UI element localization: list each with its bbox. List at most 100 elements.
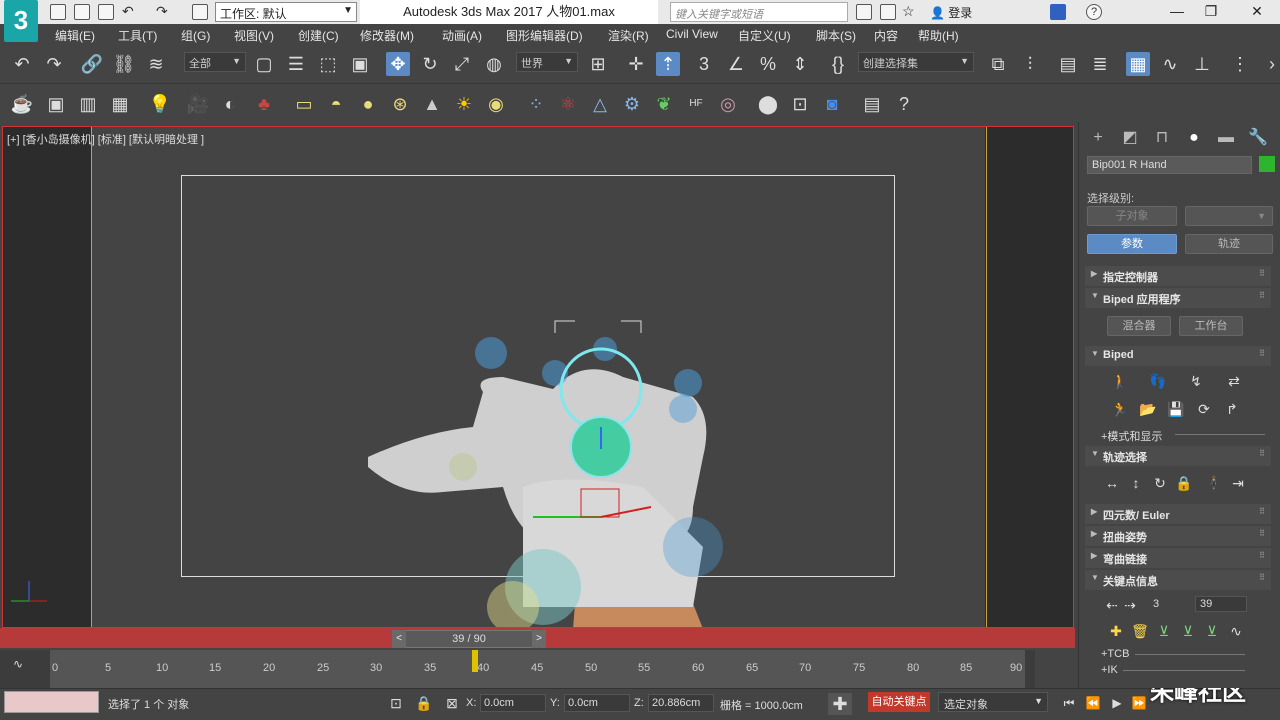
edit-named-selection-icon[interactable]: {} [826, 52, 850, 76]
menu-customize[interactable]: 自定义(U) [738, 27, 791, 44]
undo-icon[interactable]: ↶ [122, 4, 138, 20]
rollout-key-info[interactable]: ▼ 关键点信息 ⠿ [1085, 570, 1271, 590]
set-sliding-key-icon[interactable]: ⊻ [1179, 622, 1197, 640]
help-icon[interactable]: ? [892, 92, 916, 116]
menu-create[interactable]: 创建(C) [298, 27, 339, 44]
mirror-icon[interactable]: ⧉ [986, 52, 1010, 76]
key-filter-dropdown[interactable]: 选定对象 ▼ [938, 692, 1048, 712]
menu-edit[interactable]: 编辑(E) [55, 27, 95, 44]
select-rotate-icon[interactable]: ↻ [418, 52, 442, 76]
window-crossing-icon[interactable]: ▣ [348, 52, 372, 76]
time-slider[interactable]: 39 / 90 [392, 630, 546, 648]
chevron-right-icon[interactable]: › [1260, 52, 1280, 76]
communication-center-icon[interactable] [880, 4, 896, 20]
mini-curve-editor-icon[interactable]: ∿ [8, 654, 28, 674]
previous-frame-icon[interactable]: ⏪ [1084, 693, 1102, 713]
mixer-button[interactable]: 混合器 [1107, 316, 1171, 336]
hemisphere-icon[interactable]: ◓ [324, 92, 348, 116]
parameters-button[interactable]: 参数 [1087, 234, 1177, 254]
bind-space-warp-icon[interactable]: ≋ [144, 52, 168, 76]
current-frame-marker[interactable] [472, 650, 478, 672]
biped-icon[interactable]: ♣ [252, 92, 276, 116]
body-horizontal-icon[interactable]: ↔ [1103, 474, 1121, 492]
object-color-swatch[interactable] [1259, 156, 1275, 172]
opposite-icon[interactable]: ⇥ [1229, 474, 1247, 492]
menu-modifiers[interactable]: 修改器(M) [360, 27, 414, 44]
lock-icon[interactable]: 🔒 [414, 693, 434, 713]
workspace-dropdown[interactable]: 工作区: 默认 ▼ [215, 2, 357, 22]
menu-civil-view[interactable]: Civil View [666, 27, 718, 41]
ik-toggle[interactable]: +IK [1101, 664, 1118, 676]
foliage-icon[interactable]: ❦ [652, 92, 676, 116]
render-frame-icon[interactable]: ▣ [44, 92, 68, 116]
plane-icon[interactable]: ▭ [292, 92, 316, 116]
cone-icon[interactable]: ▲ [420, 92, 444, 116]
exchange-icon[interactable] [1050, 4, 1066, 20]
undo-icon[interactable]: ↶ [10, 52, 34, 76]
menu-group[interactable]: 组(G) [181, 27, 210, 44]
set-planted-key-icon[interactable]: ⊻ [1155, 622, 1173, 640]
z-coordinate-field[interactable]: 20.886cm [648, 694, 714, 712]
rollout-bend-links[interactable]: ▶ 弯曲链接 ⠿ [1085, 548, 1271, 568]
biped-playback-icon[interactable]: 🏃 [1111, 400, 1129, 418]
x-coordinate-field[interactable]: 0.0cm [480, 694, 546, 712]
geosphere-icon[interactable]: ⊛ [388, 92, 412, 116]
material-sphere-icon[interactable]: ⬤ [756, 92, 780, 116]
hair-fur-icon[interactable]: HF [684, 92, 708, 116]
sphere-icon[interactable]: ● [356, 92, 380, 116]
modify-tab-icon[interactable]: ◩ [1119, 128, 1141, 148]
selection-filter-dropdown[interactable]: 全部 ▼ [184, 52, 246, 72]
scene-explorer-icon[interactable]: ▤ [1056, 52, 1080, 76]
previous-key-icon[interactable]: ⇠ [1103, 596, 1121, 614]
key-frame-spinner[interactable]: 39 [1195, 596, 1247, 612]
play-icon[interactable]: ▶ [1108, 693, 1126, 713]
menu-views[interactable]: 视图(V) [234, 27, 274, 44]
percent-snap-icon[interactable]: % [756, 52, 780, 76]
rectangular-selection-icon[interactable]: ⬚ [316, 52, 340, 76]
named-selection-dropdown[interactable]: 创建选择集 ▼ [858, 52, 974, 72]
shell-icon[interactable]: ◎ [716, 92, 740, 116]
sub-object-dropdown[interactable]: ▼ [1185, 206, 1273, 226]
track-ruler[interactable]: 0 5 10 15 20 25 30 35 40 45 50 55 60 65 … [50, 650, 1025, 688]
material-editor-icon[interactable]: ⋮ [1228, 52, 1252, 76]
y-coordinate-field[interactable]: 0.0cm [564, 694, 630, 712]
trajectories-icon[interactable]: ∿ [1227, 622, 1245, 640]
convert-icon[interactable]: ⟳ [1195, 400, 1213, 418]
next-key-icon[interactable]: ⇢ [1121, 596, 1139, 614]
body-vertical-icon[interactable]: ↕ [1127, 474, 1145, 492]
menu-graph-editors[interactable]: 图形编辑器(D) [506, 27, 583, 44]
rendered-frame-window-icon[interactable]: ▦ [108, 92, 132, 116]
sun-icon[interactable]: ☀ [452, 92, 476, 116]
search-input[interactable]: 键入关键字或短语 [670, 2, 848, 22]
menu-help[interactable]: 帮助(H) [918, 27, 959, 44]
align-icon[interactable]: ⫶ [1018, 52, 1042, 76]
schematic-view-icon[interactable]: ⊥ [1190, 52, 1214, 76]
set-key-icon[interactable]: ✚ [1107, 622, 1125, 640]
camera-viewport[interactable]: [+] [香小岛摄像机] [标准] [默认明暗处理 ] [2, 126, 1074, 628]
save-file-icon[interactable]: 💾 [1167, 400, 1185, 418]
particle-icon[interactable]: ⁘ [524, 92, 548, 116]
camera-view-icon[interactable]: ⊡ [788, 92, 812, 116]
torus-icon[interactable]: ◉ [484, 92, 508, 116]
select-scale-icon[interactable]: ⤢ [450, 52, 474, 76]
toggle-ribbon-icon[interactable]: ▦ [1126, 52, 1150, 76]
maxscript-listener[interactable] [4, 691, 99, 713]
light-icon[interactable]: 💡 [148, 92, 172, 116]
menu-animation[interactable]: 动画(A) [442, 27, 482, 44]
help-icon[interactable]: ? [1086, 4, 1102, 20]
gear-icon[interactable]: ⚙ [620, 92, 644, 116]
rollout-biped-apps[interactable]: ▼ Biped 应用程序 ⠿ [1085, 288, 1271, 308]
mode-display-toggle[interactable]: +模式和显示 [1101, 428, 1162, 444]
star-icon[interactable]: ☆ [902, 4, 918, 20]
tcb-toggle[interactable]: +TCB [1101, 648, 1129, 660]
symmetrical-icon[interactable]: 🕴 [1205, 474, 1223, 492]
set-free-key-icon[interactable]: ⊻ [1203, 622, 1221, 640]
menu-content[interactable]: 内容 [874, 27, 898, 44]
workbench-button[interactable]: 工作台 [1179, 316, 1243, 336]
body-rotation-icon[interactable]: ↻ [1151, 474, 1169, 492]
track-bar[interactable]: ∿ 0 5 10 15 20 25 30 35 40 45 50 55 60 6… [0, 650, 1035, 688]
motion-tab-icon[interactable]: ● [1183, 128, 1205, 148]
angle-snap-icon[interactable]: ∠ [724, 52, 748, 76]
curve-editor-icon[interactable]: ∿ [1158, 52, 1182, 76]
rollout-assign-controller[interactable]: ▶ 指定控制器 ⠿ [1085, 266, 1271, 286]
